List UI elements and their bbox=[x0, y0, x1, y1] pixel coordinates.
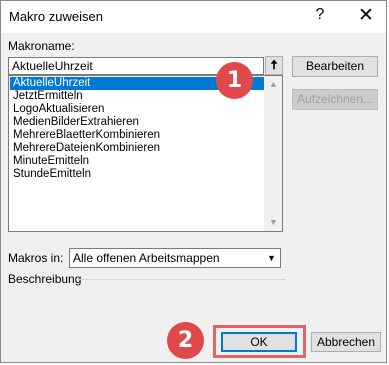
assign-macro-dialog: Makro zuweisen ? ✕ Makroname: AktuelleUh… bbox=[0, 0, 387, 363]
macro-list-item[interactable]: MehrereDateienKombinieren bbox=[10, 142, 267, 155]
macros-in-value: Alle offenen Arbeitsmappen bbox=[73, 251, 220, 265]
macro-name-value: AktuelleUhrzeit bbox=[12, 59, 93, 73]
edit-button[interactable]: Bearbeiten bbox=[292, 56, 378, 77]
cancel-button[interactable]: Abbrechen bbox=[311, 332, 381, 352]
macro-list-item[interactable]: MehrereBlaetterKombinieren bbox=[10, 129, 267, 142]
macro-listbox[interactable]: AktuelleUhrzeit JetztErmitteln LogoAktuali… bbox=[8, 75, 283, 232]
record-button: Aufzeichnen... bbox=[292, 89, 378, 110]
chevron-down-icon[interactable]: ▼ bbox=[262, 249, 280, 267]
description-text bbox=[8, 287, 283, 307]
title-bar: Makro zuweisen ? ✕ bbox=[1, 1, 386, 33]
step-badge-2: 2 bbox=[167, 322, 204, 359]
macro-name-label: Makroname: bbox=[8, 39, 75, 53]
description-divider bbox=[76, 279, 286, 280]
dialog-title: Makro zuweisen bbox=[9, 9, 103, 24]
macro-list-item[interactable]: StundeEmitteln bbox=[10, 168, 267, 181]
help-icon[interactable]: ? bbox=[311, 6, 329, 24]
macro-list-item[interactable]: MedienBilderExtrahieren bbox=[10, 116, 267, 129]
macros-in-label: Makros in: bbox=[8, 251, 64, 265]
close-icon[interactable]: ✕ bbox=[356, 4, 376, 27]
scroll-up-icon[interactable]: ▲ bbox=[265, 76, 282, 93]
step-badge-1: 1 bbox=[216, 62, 253, 99]
ok-button[interactable]: OK bbox=[221, 332, 297, 352]
macro-list-item[interactable]: MinuteEmitteln bbox=[10, 155, 267, 168]
description-label: Beschreibung bbox=[8, 272, 82, 286]
scroll-down-icon[interactable]: ▼ bbox=[265, 214, 282, 231]
macros-in-select[interactable]: Alle offenen Arbeitsmappen ▼ bbox=[69, 248, 281, 268]
macro-list-item[interactable]: LogoAktualisieren bbox=[10, 103, 267, 116]
vertical-scrollbar[interactable]: ▲ ▼ bbox=[264, 76, 282, 231]
up-arrow-icon[interactable]: 🠅 bbox=[265, 56, 283, 75]
